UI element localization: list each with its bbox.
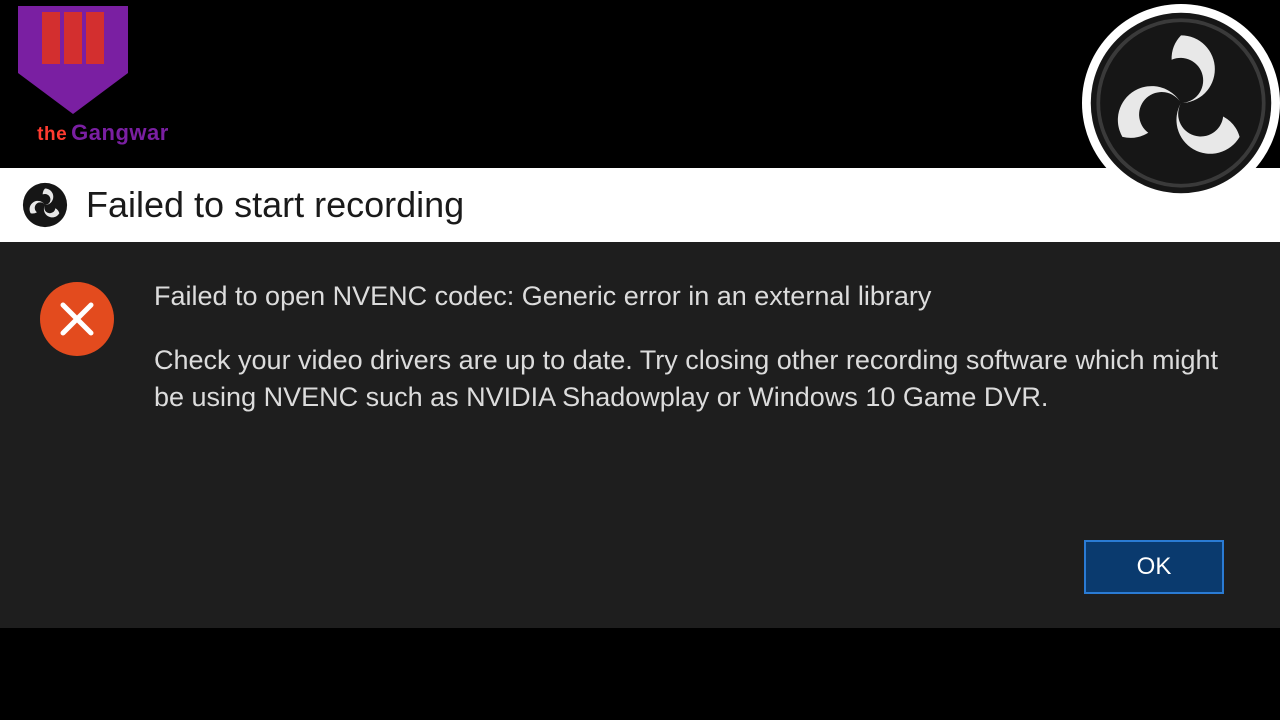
dialog-title: Failed to start recording [86,184,464,226]
channel-name-part-b: Gangwar [71,120,169,145]
channel-name: theGangwar [18,120,188,146]
page-bottom-banner [0,628,1280,720]
dialog-message: Failed to open NVENC codec: Generic erro… [154,278,1236,504]
obs-logo-large [1082,4,1280,202]
obs-icon [1087,9,1275,197]
dialog-title-icon [22,182,68,228]
obs-icon [22,182,68,228]
ok-button[interactable]: OK [1084,540,1224,594]
dialog-body: Failed to open NVENC codec: Generic erro… [0,242,1280,532]
dialog-button-row: OK [0,532,1280,628]
channel-name-part-a: the [37,124,67,145]
channel-logo: theGangwar [18,6,188,156]
error-headline: Failed to open NVENC codec: Generic erro… [154,278,1236,314]
error-help-text: Check your video drivers are up to date.… [154,342,1236,415]
error-x-icon [40,282,114,356]
